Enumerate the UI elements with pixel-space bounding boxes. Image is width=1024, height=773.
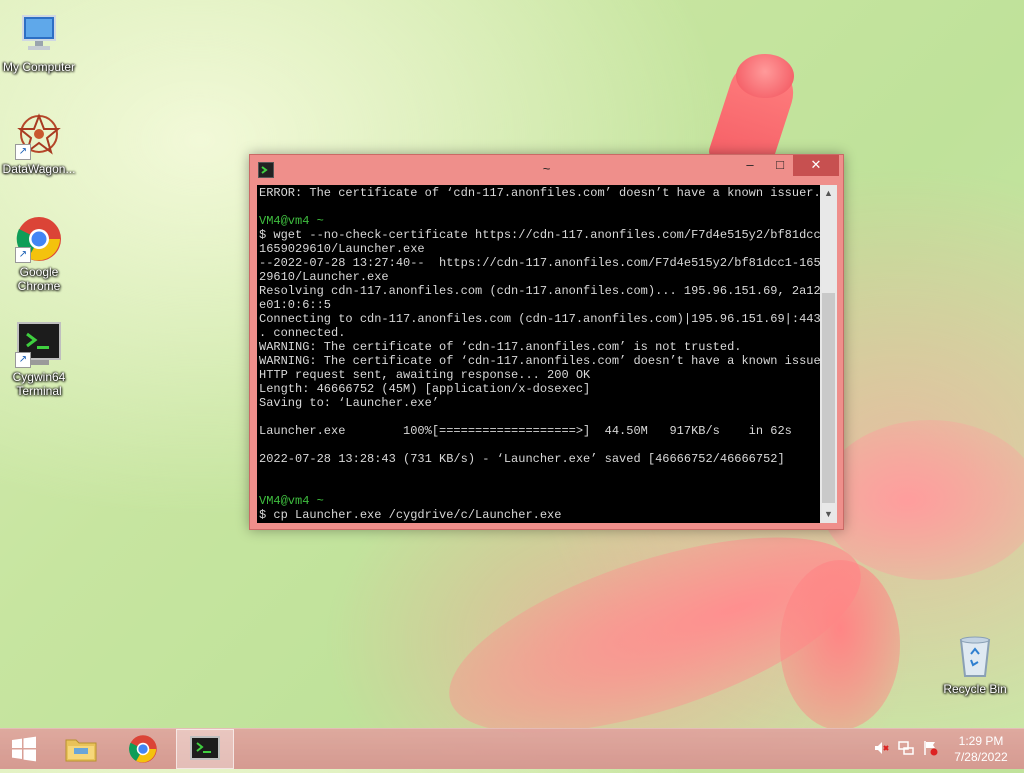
desktop-icon-datawagon[interactable]: ↗ DataWagon... — [0, 112, 81, 176]
scroll-down-icon[interactable]: ▼ — [820, 506, 837, 523]
terminal-line: WARNING: The certificate of ‘cdn-117.ano… — [259, 340, 742, 354]
terminal-icon — [190, 736, 220, 760]
taskbar: 1:29 PM 7/28/2022 — [0, 728, 1024, 769]
scrollbar-thumb[interactable] — [822, 293, 835, 503]
shortcut-arrow-icon: ↗ — [15, 247, 31, 263]
close-button[interactable]: ✕ — [793, 155, 839, 176]
network-icon[interactable] — [898, 740, 914, 756]
shortcut-arrow-icon: ↗ — [15, 352, 31, 368]
desktop-icon-label: My Computer — [2, 60, 76, 74]
terminal-output[interactable]: ERROR: The certificate of ‘cdn-117.anonf… — [257, 185, 837, 523]
system-tray — [874, 740, 938, 758]
terminal-line: --2022-07-28 13:27:40-- https://cdn-117.… — [259, 256, 836, 270]
desktop-icon-label: DataWagon... — [2, 162, 76, 176]
terminal-line: $ wget --no-check-certificate https://cd… — [259, 228, 836, 242]
terminal-line: $ cp Launcher.exe /cygdrive/c/Launcher.e… — [259, 508, 562, 522]
start-button[interactable] — [0, 729, 48, 769]
terminal-window[interactable]: ~ – □ ✕ ERROR: The certificate of ‘cdn-1… — [249, 154, 844, 530]
terminal-line: Saving to: ‘Launcher.exe’ — [259, 396, 440, 410]
desktop-icon-google-chrome[interactable]: ↗ Google Chrome — [0, 215, 81, 293]
windows-logo-icon — [12, 736, 36, 762]
window-titlebar[interactable]: ~ – □ ✕ — [250, 155, 843, 185]
terminal-line: Resolving cdn-117.anonfiles.com (cdn-117… — [259, 284, 836, 298]
minimize-button[interactable]: – — [736, 155, 764, 176]
terminal-line: Length: 46666752 (45M) [application/x-do… — [259, 382, 591, 396]
action-center-flag-icon[interactable] — [922, 740, 938, 756]
wallpaper-flower-tip — [736, 54, 794, 98]
taskbar-chrome[interactable] — [114, 729, 172, 769]
scroll-up-icon[interactable]: ▲ — [820, 185, 837, 202]
desktop-icon-label: Google Chrome — [17, 265, 61, 293]
desktop-icon-label: Recycle Bin — [943, 682, 1007, 696]
wallpaper-petal — [820, 420, 1024, 580]
terminal-line: 29610/Launcher.exe — [259, 270, 389, 284]
datawagon-icon: ↗ — [15, 112, 63, 160]
wallpaper-petal — [780, 560, 900, 730]
chrome-icon — [129, 735, 157, 763]
folder-icon — [65, 739, 97, 762]
computer-icon — [15, 10, 63, 58]
desktop-icon-recycle-bin[interactable]: Recycle Bin — [933, 632, 1017, 696]
terminal-line: . connected. — [259, 326, 346, 340]
clock-date: 7/28/2022 — [954, 750, 1008, 764]
shortcut-arrow-icon: ↗ — [15, 144, 31, 160]
terminal-line: HTTP request sent, awaiting response... … — [259, 368, 591, 382]
desktop-icon-my-computer[interactable]: My Computer — [0, 10, 81, 74]
system-clock[interactable]: 1:29 PM 7/28/2022 — [946, 733, 1016, 765]
terminal-line: 1659029610/Launcher.exe — [259, 242, 425, 256]
terminal-scrollbar[interactable]: ▲ ▼ — [820, 185, 837, 523]
desktop-icon-label: Cygwin64 Terminal — [12, 370, 66, 398]
terminal-icon: ↗ — [15, 320, 63, 368]
terminal-prompt-line: VM4@vm4 ~ — [259, 494, 324, 508]
recycle-bin-icon — [951, 632, 999, 680]
taskbar-cygwin-terminal[interactable] — [176, 729, 234, 769]
taskbar-file-explorer[interactable] — [52, 729, 110, 769]
terminal-line: Connecting to cdn-117.anonfiles.com (cdn… — [259, 312, 836, 326]
clock-time: 1:29 PM — [958, 734, 1004, 748]
terminal-prompt-line: VM4@vm4 ~ — [259, 214, 324, 228]
terminal-text: ERROR: The certificate of ‘cdn-117.anonf… — [259, 186, 836, 522]
terminal-line: Launcher.exe 100%[===================>] … — [259, 424, 792, 438]
desktop-icon-cygwin-terminal[interactable]: ↗ Cygwin64 Terminal — [0, 320, 81, 398]
terminal-line: e01:0:6::5 — [259, 298, 332, 312]
speaker-muted-icon[interactable] — [874, 740, 890, 756]
terminal-line: WARNING: The certificate of ‘cdn-117.ano… — [259, 354, 836, 368]
terminal-line: ERROR: The certificate of ‘cdn-117.anonf… — [259, 186, 821, 200]
chrome-icon: ↗ — [15, 215, 63, 263]
terminal-line: 2022-07-28 13:28:43 (731 KB/s) - ‘Launch… — [259, 452, 785, 466]
maximize-button[interactable]: □ — [766, 155, 794, 176]
